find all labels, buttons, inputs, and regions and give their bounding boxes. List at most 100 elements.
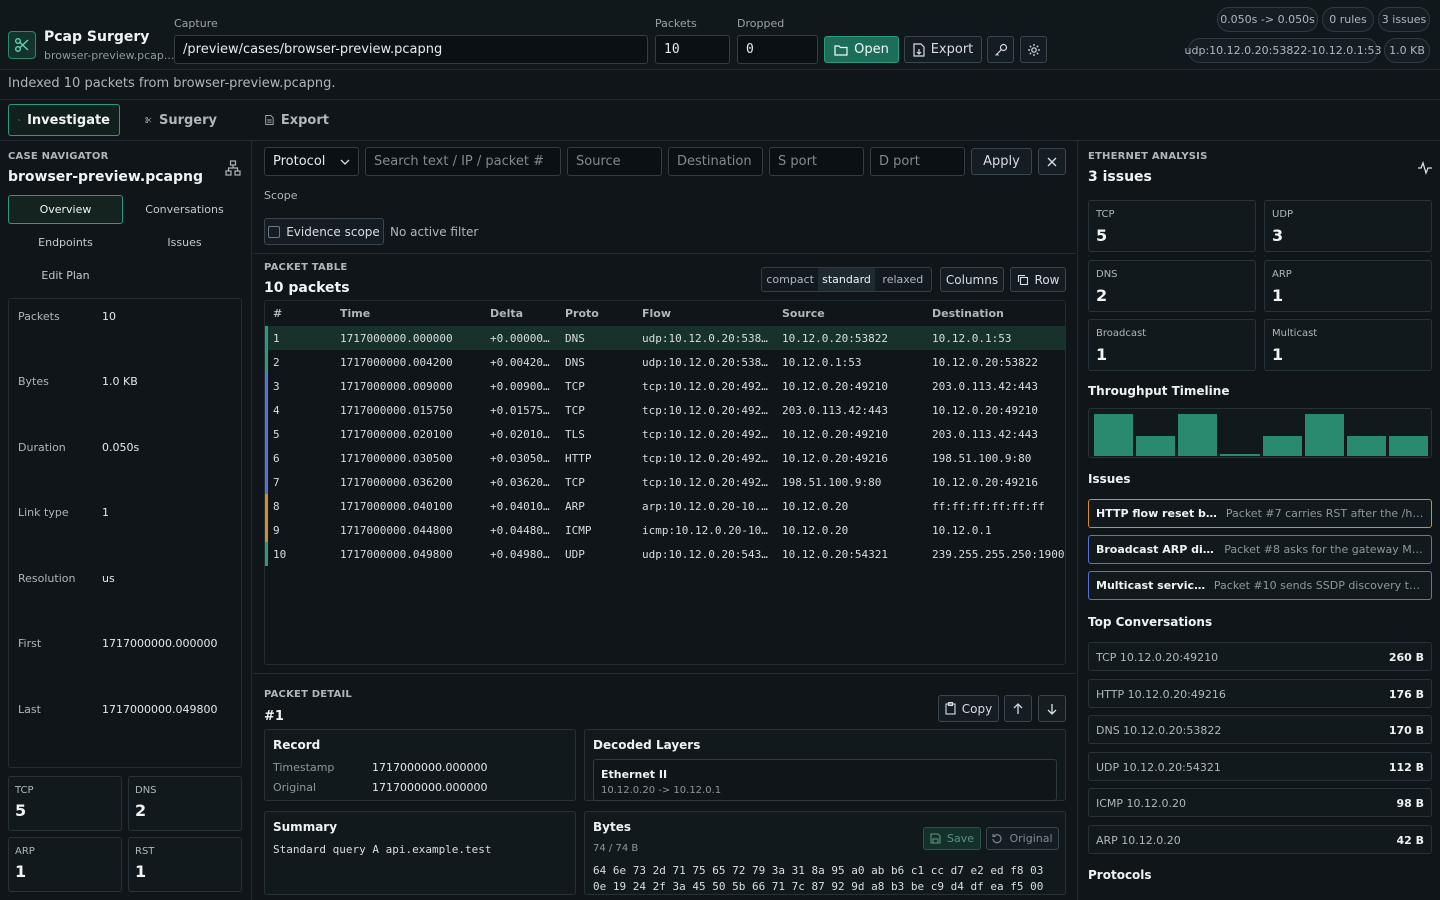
packet-cell-f: tcp:10.12.0.20:492… — [642, 476, 768, 489]
tab-surgery[interactable]: Surgery — [136, 104, 226, 136]
source-input[interactable]: Source — [567, 147, 662, 176]
packet-row[interactable]: 1 1717000000.000000 +0.00000… DNS udp:10.12.… — [265, 326, 1065, 350]
packet-cell-s: 10.12.0.20:54321 — [782, 548, 888, 561]
nav-edit-plan[interactable]: Edit Plan — [8, 261, 123, 290]
column-header[interactable]: Source — [782, 307, 825, 320]
issue-item[interactable]: HTTP flow reset by se… Packet #7 carries … — [1088, 499, 1432, 528]
hierarchy-icon[interactable] — [225, 160, 241, 176]
issue-item[interactable]: Broadcast ARP discov… Packet #8 asks for … — [1088, 535, 1432, 564]
column-header[interactable]: # — [273, 307, 282, 320]
clear-filter-button[interactable] — [1038, 148, 1066, 175]
packet-row[interactable]: 3 1717000000.009000 +0.00900… TCP tcp:10.12.… — [265, 374, 1065, 398]
card-value: 1 — [1272, 345, 1284, 364]
restore-original-button[interactable]: Original — [986, 827, 1059, 850]
card-label: ARP — [15, 846, 35, 857]
packet-cell-t: 1717000000.044800 — [340, 524, 453, 537]
copy-button[interactable]: Copy — [938, 695, 999, 722]
stat-card-arp: ARP 1 — [8, 837, 122, 892]
conversation-bytes: 112 B — [1388, 760, 1424, 774]
rules-chip: 0 rules — [1322, 7, 1374, 32]
nav-conversations[interactable]: Conversations — [127, 195, 242, 224]
activity-icon[interactable] — [1417, 161, 1433, 175]
stat-label: Packets — [18, 310, 60, 323]
app-subtitle: browser-preview.pcap... — [44, 49, 175, 62]
search-input[interactable]: Search text / IP / packet # — [365, 147, 561, 176]
card-label: TCP — [15, 785, 34, 796]
protocol-select[interactable]: Protocol — [264, 147, 359, 176]
summary-title: Summary — [273, 820, 338, 834]
conversation-item[interactable]: HTTP 10.12.0.20:49216 176 B — [1088, 678, 1432, 708]
card-label: RST — [135, 846, 155, 857]
issue-title: HTTP flow reset by se… — [1096, 507, 1220, 520]
conversation-item[interactable]: UDP 10.12.0.20:54321 112 B — [1088, 751, 1432, 781]
packet-row[interactable]: 10 1717000000.049800 +0.04980… UDP udp:10.12… — [265, 542, 1065, 566]
dropped-input[interactable]: 0 — [737, 35, 818, 64]
column-header[interactable]: Delta — [490, 307, 523, 320]
open-button[interactable]: Open — [824, 36, 899, 63]
column-header[interactable]: Flow — [642, 307, 671, 320]
packet-workspace: Protocol Search text / IP / packet # Sou… — [253, 141, 1076, 900]
column-header[interactable]: Destination — [932, 307, 1004, 320]
packet-row[interactable]: 5 1717000000.020100 +0.02010… TLS tcp:10.12.… — [265, 422, 1065, 446]
density-standard[interactable]: standard — [818, 268, 875, 291]
capture-path-input[interactable]: /preview/cases/browser-preview.pcapng — [174, 35, 648, 64]
packet-cell-p: DNS — [565, 332, 585, 345]
sport-input[interactable]: S port — [769, 147, 864, 176]
packet-cell-n: 8 — [273, 500, 280, 513]
apply-button[interactable]: Apply — [971, 148, 1032, 175]
status-message: Indexed 10 packets from browser-preview.… — [8, 76, 336, 91]
dropped-label: Dropped — [737, 17, 785, 30]
issue-item[interactable]: Multicast service di… Packet #10 sends SS… — [1088, 571, 1432, 600]
stat-value: 1717000000.049800 — [102, 703, 218, 716]
previous-packet-button[interactable] — [1004, 695, 1032, 722]
tab-investigate[interactable]: Investigate — [8, 104, 120, 136]
packets-input[interactable]: 10 — [655, 35, 730, 64]
save-icon — [930, 833, 941, 844]
settings-button[interactable] — [1020, 36, 1047, 63]
card-label: UDP — [1272, 209, 1294, 220]
open-label: Open — [854, 42, 889, 57]
packet-row[interactable]: 8 1717000000.040100 +0.04010… ARP arp:10.12.… — [265, 494, 1065, 518]
density-relaxed[interactable]: relaxed — [875, 268, 931, 291]
packet-row[interactable]: 4 1717000000.015750 +0.01575… TCP tcp:10.12.… — [265, 398, 1065, 422]
destination-input[interactable]: Destination — [668, 147, 763, 176]
packet-row[interactable]: 9 1717000000.044800 +0.04480… ICMP icmp:10.1… — [265, 518, 1065, 542]
next-packet-button[interactable] — [1038, 695, 1066, 722]
card-label: TCP — [1096, 209, 1115, 220]
packet-row[interactable]: 2 1717000000.004200 +0.00420… DNS udp:10.12.… — [265, 350, 1065, 374]
evidence-scope-toggle[interactable]: Evidence scope — [264, 218, 384, 245]
column-header[interactable]: Proto — [565, 307, 599, 320]
packet-cell-t: 1717000000.040100 — [340, 500, 453, 513]
dport-input[interactable]: D port — [870, 147, 965, 176]
packets-label: Packets — [655, 17, 697, 30]
conversation-item[interactable]: DNS 10.12.0.20:53822 170 B — [1088, 715, 1432, 744]
stat-value: 10 — [102, 310, 116, 323]
conversation-item[interactable]: TCP 10.12.0.20:49210 260 B — [1088, 642, 1432, 671]
stat-label: Bytes — [18, 375, 49, 388]
conversation-item[interactable]: ICMP 10.12.0.20 98 B — [1088, 788, 1432, 817]
analysis-card-broadcast: Broadcast 1 — [1088, 319, 1256, 371]
evidence-checkbox[interactable] — [268, 225, 281, 238]
density-compact[interactable]: compact — [762, 268, 818, 291]
packet-cell-f: udp:10.12.0.20:538… — [642, 332, 768, 345]
analysis-card-tcp: TCP 5 — [1088, 200, 1256, 252]
copy-label: Copy — [961, 701, 993, 716]
nav-endpoints[interactable]: Endpoints — [8, 228, 123, 257]
columns-button[interactable]: Columns — [940, 267, 1004, 292]
nav-issues[interactable]: Issues — [127, 228, 242, 257]
packet-row[interactable]: 6 1717000000.030500 +0.03050… HTTP tcp:10.12… — [265, 446, 1065, 470]
conversation-item[interactable]: ARP 10.12.0.20 42 B — [1088, 824, 1432, 854]
export-button[interactable]: Export — [904, 36, 982, 63]
packet-row[interactable]: 7 1717000000.036200 +0.03620… TCP tcp:10.12.… — [265, 470, 1065, 494]
column-header[interactable]: Time — [340, 307, 370, 320]
top-bar: Pcap Surgery browser-preview.pcap... Cap… — [0, 0, 1440, 70]
packet-detail-header: PACKET DETAIL — [264, 689, 352, 700]
undo-icon — [992, 834, 1002, 844]
save-button[interactable]: Save — [923, 827, 981, 850]
nav-overview[interactable]: Overview — [8, 195, 123, 224]
stat-value: 1.0 KB — [102, 375, 138, 388]
key-button[interactable] — [987, 36, 1014, 63]
tab-export[interactable]: Export — [256, 104, 338, 136]
layer-ethernet[interactable]: Ethernet II 10.12.0.20 -> 10.12.0.1 — [593, 759, 1057, 801]
row-button[interactable]: Row — [1010, 267, 1066, 292]
